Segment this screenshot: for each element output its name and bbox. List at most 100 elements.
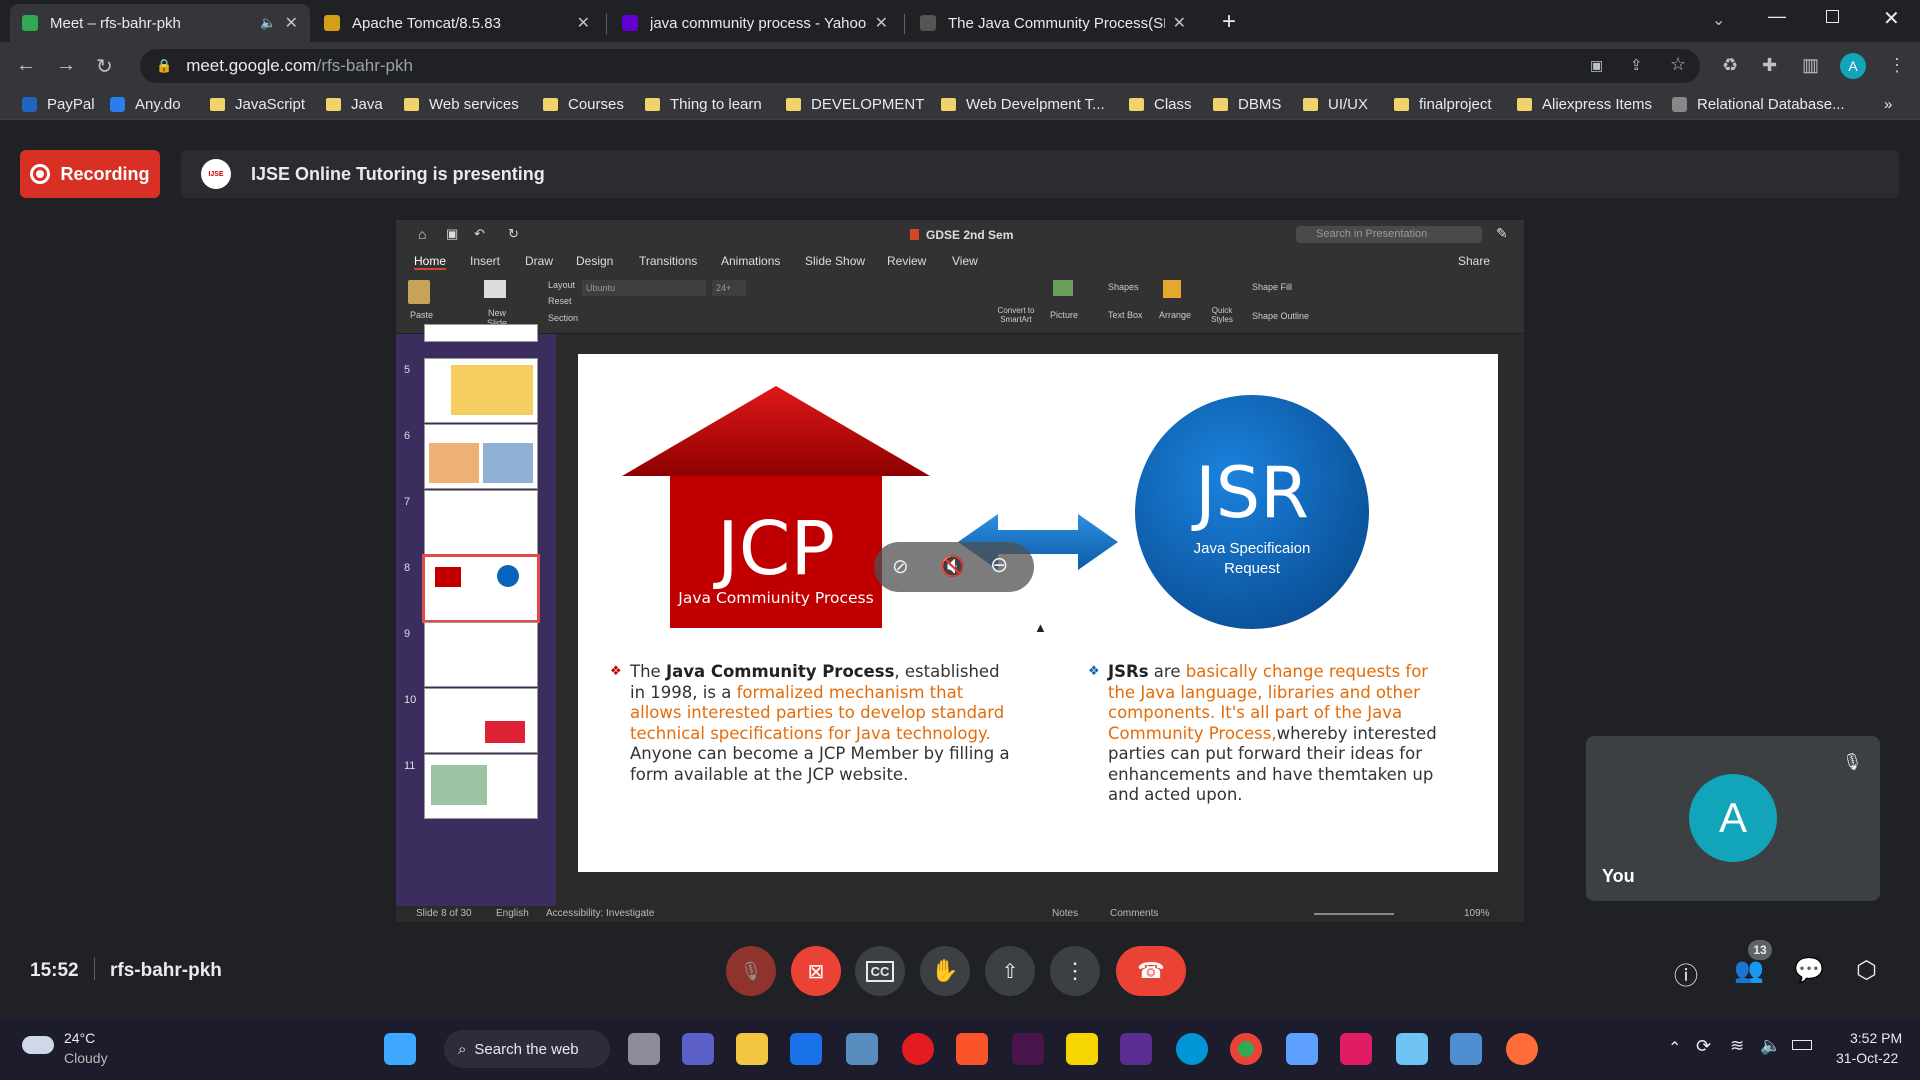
close-tab-icon[interactable]: ✕ <box>1173 13 1186 33</box>
bookmark-label: Aliexpress Items <box>1542 96 1653 113</box>
slack-icon[interactable] <box>1012 1033 1044 1065</box>
bookmark-folder[interactable]: Thing to learn <box>645 96 762 113</box>
bookmark-folder[interactable]: finalproject <box>1394 96 1492 113</box>
bookmark-label: Class <box>1154 96 1192 113</box>
chat-app-icon[interactable] <box>682 1033 714 1065</box>
player-icon[interactable] <box>1066 1033 1098 1065</box>
leave-call-button[interactable]: ☎ <box>1116 946 1186 996</box>
hangup-icon: ☎ <box>1137 958 1165 983</box>
lock-icon[interactable]: 🔒 <box>156 58 172 74</box>
presenter-controls-overlay[interactable]: ⊘ 🔇 ⊖ <box>874 542 1034 592</box>
more-bookmarks-icon[interactable]: » <box>1884 96 1892 113</box>
clock-date[interactable]: 31-Oct-22 <box>1836 1050 1898 1066</box>
notepad-icon[interactable] <box>1396 1033 1428 1065</box>
ppt-tab: Review <box>887 254 927 268</box>
bookmark-anydo[interactable]: Any.do <box>110 96 181 113</box>
postman-icon[interactable] <box>1506 1033 1538 1065</box>
extension-recycle-icon[interactable]: ♻ <box>1722 55 1738 76</box>
bookmark-folder[interactable]: DEVELOPMENT <box>786 96 924 113</box>
ppt-tab: Insert <box>470 254 501 268</box>
mute-off-icon[interactable]: 🔇 <box>940 554 965 579</box>
volume-muted-icon[interactable]: 🔈 <box>1760 1036 1781 1056</box>
file-explorer-icon[interactable] <box>736 1033 768 1065</box>
bookmark-folder[interactable]: Class <box>1129 96 1192 113</box>
hp-icon[interactable] <box>1176 1033 1208 1065</box>
wifi-icon[interactable]: ≋ <box>1730 1036 1744 1056</box>
phpstorm-icon[interactable] <box>1286 1033 1318 1065</box>
forward-icon[interactable]: → <box>56 54 76 77</box>
tab-yahoo[interactable]: java community process - Yahoo ✕ <box>610 4 900 42</box>
more-options-button[interactable]: ⋮ <box>1050 946 1100 996</box>
recording-badge[interactable]: Recording <box>20 150 160 198</box>
tray-chevron-icon[interactable]: ⌃ <box>1668 1038 1681 1058</box>
raise-hand-button[interactable]: ✋ <box>920 946 970 996</box>
close-tab-icon[interactable]: ✕ <box>285 13 298 33</box>
taskbar-search[interactable]: ⌕ Search the web <box>444 1030 610 1068</box>
bookmark-star-icon[interactable]: ☆ <box>1670 54 1686 75</box>
speaker-icon[interactable]: 🔈 <box>260 15 276 31</box>
restore-icon[interactable] <box>1826 10 1839 23</box>
intellij-icon[interactable] <box>1340 1033 1372 1065</box>
captions-button[interactable]: CC <box>855 946 905 996</box>
shapes-label: Shapes <box>1108 282 1139 292</box>
windows-start-icon[interactable] <box>384 1033 416 1065</box>
bookmark-folder[interactable]: Web services <box>404 96 519 113</box>
ppt-tabs: Home Insert Draw Design Transitions Anim… <box>396 250 1524 272</box>
task-view-icon[interactable] <box>628 1033 660 1065</box>
bookmark-folder[interactable]: DBMS <box>1213 96 1281 113</box>
mic-button[interactable]: 🎙 <box>726 946 776 996</box>
clock-time[interactable]: 3:52 PM <box>1850 1030 1902 1046</box>
remove-icon[interactable]: ⊖ <box>990 552 1008 578</box>
present-button[interactable]: ⇧ <box>985 946 1035 996</box>
side-panel-icon[interactable]: ▥ <box>1802 55 1819 76</box>
chat-icon[interactable]: 💬 <box>1794 956 1824 985</box>
new-tab-icon[interactable]: + <box>1222 8 1236 36</box>
tab-meet[interactable]: Meet – rfs-bahr-pkh 🔈 ✕ <box>10 4 310 42</box>
close-tab-icon[interactable]: ✕ <box>875 13 888 33</box>
ppt-tab: Design <box>576 254 614 268</box>
search-label: Search the web <box>474 1040 579 1058</box>
profile-avatar[interactable]: A <box>1840 53 1866 79</box>
info-icon[interactable]: ⓘ <box>1674 956 1698 991</box>
bookmark-folder[interactable]: Web Develpment T... <box>941 96 1105 113</box>
pin-off-icon[interactable]: ⊘ <box>892 554 909 579</box>
bookmark-folder[interactable]: Java <box>326 96 383 113</box>
close-tab-icon[interactable]: ✕ <box>577 13 590 33</box>
address-bar[interactable]: 🔒 meet.google.com/rfs-bahr-pkh ▣ ⇪ ☆ <box>140 49 1700 83</box>
folder-icon <box>1394 98 1409 111</box>
bookmark-relational[interactable]: Relational Database... <box>1672 96 1845 113</box>
font-size: 24+ <box>712 280 746 296</box>
ppt-share: Share <box>1458 254 1491 268</box>
weather-desc: Cloudy <box>64 1050 108 1066</box>
bookmark-folder[interactable]: Aliexpress Items <box>1517 96 1652 113</box>
photos-icon[interactable] <box>846 1033 878 1065</box>
back-icon[interactable]: ← <box>16 54 36 77</box>
opera-icon[interactable] <box>902 1033 934 1065</box>
bookmark-paypal[interactable]: PayPal <box>22 96 95 113</box>
meet-controls: 15:52 rfs-bahr-pkh 🎙 ⊠ CC ✋ ⇧ ⋮ ☎ ⓘ 👥 13… <box>0 940 1920 1000</box>
minimize-icon[interactable]: — <box>1768 6 1786 27</box>
tab-tomcat[interactable]: Apache Tomcat/8.5.83 ✕ <box>312 4 602 42</box>
extensions-icon[interactable]: ✚ <box>1762 55 1777 76</box>
sync-icon[interactable]: ⟳ <box>1696 1036 1711 1057</box>
menu-icon[interactable]: ⋮ <box>1888 55 1906 76</box>
visual-studio-icon[interactable] <box>1120 1033 1152 1065</box>
tab-search-icon[interactable]: ⌄ <box>1712 10 1725 30</box>
share-icon[interactable]: ⇪ <box>1630 56 1643 74</box>
close-window-icon[interactable]: ✕ <box>1883 6 1900 31</box>
battery-icon[interactable] <box>1792 1040 1812 1050</box>
bookmark-folder[interactable]: UI/UX <box>1303 96 1368 113</box>
bookmark-folder[interactable]: Courses <box>543 96 624 113</box>
bookmark-folder[interactable]: JavaScript <box>210 96 305 113</box>
reload-icon[interactable]: ↻ <box>96 54 113 79</box>
mail-icon[interactable] <box>790 1033 822 1065</box>
camera-button[interactable]: ⊠ <box>791 946 841 996</box>
chrome-icon[interactable] <box>1230 1033 1262 1065</box>
people-icon[interactable]: 👥 <box>1734 956 1764 985</box>
brave-icon[interactable] <box>956 1033 988 1065</box>
tab-jcp[interactable]: The Java Community Process(SM ✕ <box>908 4 1198 42</box>
remote-desktop-icon[interactable] <box>1450 1033 1482 1065</box>
activities-icon[interactable]: ⬡ <box>1856 956 1877 985</box>
self-tile[interactable]: A 🎙 You <box>1586 736 1880 901</box>
camera-blocked-icon[interactable]: ▣ <box>1590 57 1603 74</box>
